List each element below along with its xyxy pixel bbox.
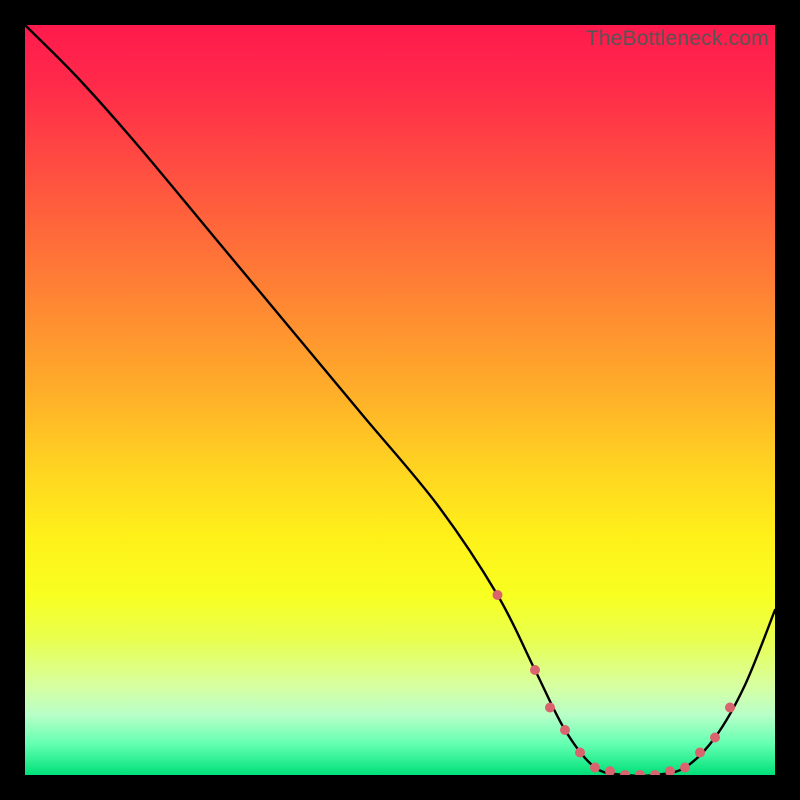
marker-point — [710, 733, 720, 743]
marker-point — [605, 766, 615, 775]
plot-area: TheBottleneck.com — [25, 25, 775, 775]
marker-point — [530, 665, 540, 675]
marker-point — [665, 766, 675, 775]
marker-point — [560, 725, 570, 735]
marker-point — [635, 770, 645, 775]
curve-layer — [25, 25, 775, 775]
marker-point — [725, 703, 735, 713]
marker-point — [650, 770, 660, 775]
marker-point — [545, 703, 555, 713]
marker-point — [695, 748, 705, 758]
marker-point — [590, 763, 600, 773]
marker-point — [575, 748, 585, 758]
bottleneck-curve — [25, 25, 775, 775]
marker-point — [620, 770, 630, 775]
marker-point — [493, 590, 503, 600]
marker-point — [680, 763, 690, 773]
highlight-markers — [493, 590, 736, 775]
chart-frame: TheBottleneck.com — [0, 0, 800, 800]
